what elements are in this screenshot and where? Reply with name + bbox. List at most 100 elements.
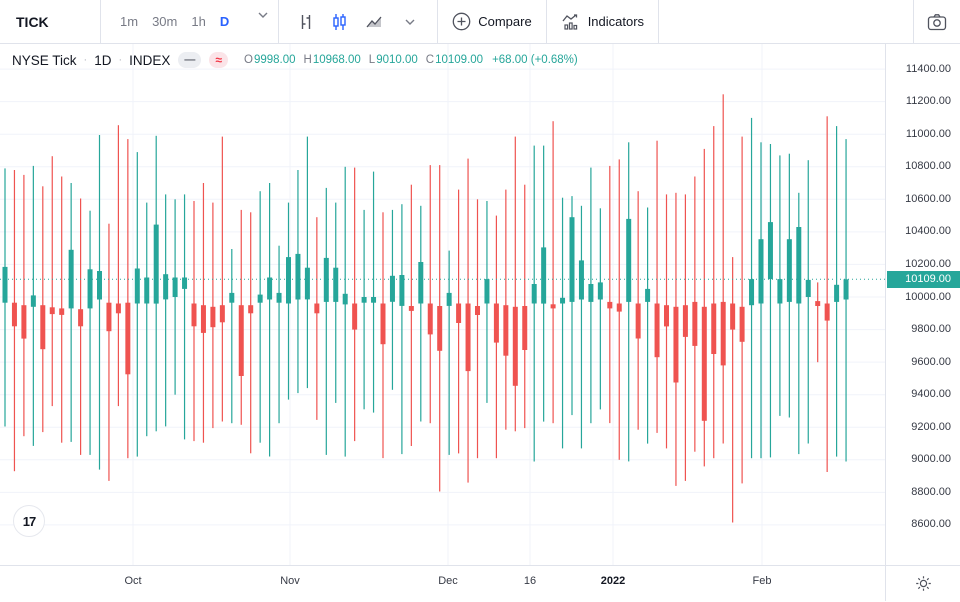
candle-body — [144, 278, 149, 304]
candle-body — [210, 307, 215, 327]
camera-icon — [927, 13, 947, 31]
candle-body — [163, 274, 168, 299]
candle-wick — [165, 194, 166, 426]
candle-wick — [647, 208, 648, 444]
candle-wick — [845, 139, 846, 461]
candle-body — [248, 305, 253, 313]
candles-icon — [331, 13, 349, 31]
candle-body — [532, 284, 537, 304]
candle-wick — [71, 183, 72, 442]
price-tick-label: 10200.00 — [886, 258, 960, 270]
ohlc-bars-icon — [297, 13, 315, 31]
candle-body — [352, 304, 357, 330]
candle-body — [277, 293, 282, 303]
interval-button-1h[interactable]: 1h — [184, 10, 212, 33]
candle-body — [229, 293, 234, 303]
candle-body — [437, 306, 442, 351]
candle-wick — [146, 203, 147, 437]
candle-body — [97, 271, 102, 300]
candle-body — [759, 239, 764, 303]
chart-pane[interactable]: NYSE Tick · 1D · INDEX — ≈ O9998.00 H109… — [0, 44, 886, 565]
candle-wick — [137, 152, 138, 457]
chart-area: NYSE Tick · 1D · INDEX — ≈ O9998.00 H109… — [0, 44, 960, 602]
candle-body — [286, 257, 291, 303]
candle-wick — [184, 194, 185, 439]
toolbar-spacer — [659, 0, 913, 43]
symbol-button[interactable]: TICK — [0, 0, 100, 43]
price-tick-label: 9800.00 — [886, 323, 960, 335]
snapshot-button[interactable] — [922, 7, 952, 37]
interval-button-30m[interactable]: 30m — [145, 10, 184, 33]
candle-body — [21, 305, 26, 338]
candle-body — [295, 254, 300, 300]
top-toolbar: TICK 1m30m1hD — [0, 0, 960, 44]
style-menu-button[interactable] — [395, 7, 425, 37]
candle-wick — [600, 208, 601, 409]
candle-wick — [307, 137, 308, 389]
candle-body — [730, 304, 735, 330]
area-style-button[interactable] — [359, 7, 389, 37]
candle-body — [305, 268, 310, 300]
candle-wick — [250, 212, 251, 453]
legend-approx-toggle[interactable]: ≈ — [209, 52, 228, 68]
candle-body — [796, 227, 801, 304]
axis-settings-corner[interactable] — [886, 565, 960, 601]
price-tick-label: 9600.00 — [886, 356, 960, 368]
tradingview-window: TICK 1m30m1hD — [0, 0, 960, 602]
candle-wick — [411, 185, 412, 446]
candles-style-button[interactable] — [325, 7, 355, 37]
candle-wick — [401, 204, 402, 454]
tradingview-logo[interactable]: 17 — [13, 505, 45, 537]
candle-body — [447, 293, 452, 306]
candle-body — [125, 303, 130, 375]
price-tick-label: 8800.00 — [886, 486, 960, 498]
candle-body — [31, 295, 36, 306]
candle-body — [135, 269, 140, 304]
candle-body — [59, 308, 64, 315]
candle-body — [418, 262, 423, 304]
candle-body — [333, 268, 338, 302]
candle-body — [381, 304, 386, 345]
interval-menu-button[interactable] — [248, 0, 278, 30]
candle-body — [494, 304, 499, 343]
price-tick-label: 10600.00 — [886, 193, 960, 205]
symbol-label: TICK — [16, 14, 49, 30]
candle-body — [154, 225, 159, 304]
interval-button-1m[interactable]: 1m — [113, 10, 145, 33]
candle-wick — [732, 257, 733, 522]
legend-interval[interactable]: 1D — [94, 53, 111, 68]
bars-style-button[interactable] — [291, 7, 321, 37]
candle-body — [201, 305, 206, 333]
time-axis[interactable]: OctNovDec162022Feb — [0, 565, 886, 601]
candle-wick — [581, 206, 582, 449]
indicators-button[interactable]: Indicators — [547, 0, 658, 43]
price-axis[interactable]: 10109.00 11400.0011200.0011000.0010800.0… — [886, 44, 960, 565]
candle-wick — [420, 206, 421, 422]
candle-body — [579, 260, 584, 299]
chevron-down-icon — [405, 19, 415, 25]
candle-body — [551, 304, 556, 308]
interval-button-D[interactable]: D — [213, 10, 236, 33]
candle-wick — [449, 251, 450, 455]
candle-body — [371, 297, 376, 303]
price-tick-label: 9400.00 — [886, 388, 960, 400]
candlestick-chart — [0, 44, 886, 565]
ohlc-readout: O9998.00 H10968.00 L9010.00 C10109.00 +6… — [244, 54, 578, 66]
candle-body — [267, 278, 272, 300]
price-tick-label: 11000.00 — [886, 128, 960, 140]
price-tick-label: 11200.00 — [886, 95, 960, 107]
time-tick-label: Nov — [280, 575, 300, 587]
candle-body — [88, 269, 93, 308]
change-value: +68.00 (+0.68%) — [492, 54, 578, 66]
candle-body — [484, 279, 489, 303]
time-tick-label: Oct — [124, 575, 141, 587]
legend-collapse-toggle[interactable]: — — [178, 52, 201, 68]
candle-body — [362, 297, 367, 303]
candle-body — [607, 302, 612, 309]
compare-button[interactable]: Compare — [438, 0, 545, 43]
candle-body — [50, 307, 55, 314]
candle-body — [570, 217, 575, 302]
legend-symbol[interactable]: NYSE Tick — [12, 53, 77, 68]
candle-body — [806, 280, 811, 297]
candle-body — [40, 305, 45, 349]
